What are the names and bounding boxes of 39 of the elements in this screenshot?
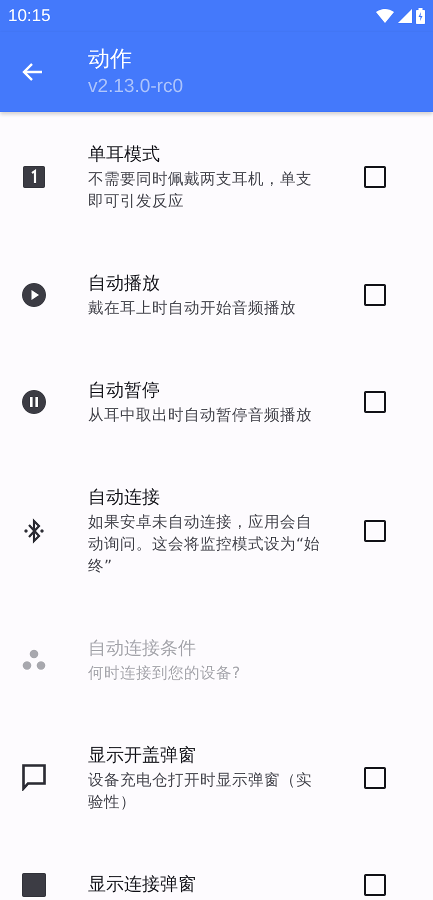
item-summary: 如果安卓未自动连接，应用会自动询问。这会将监控模式设为“始终”	[88, 512, 322, 577]
item-title: 单耳模式	[88, 143, 161, 167]
play-icon	[22, 282, 46, 306]
checkbox[interactable]	[364, 520, 386, 542]
item-title: 自动连接	[88, 486, 161, 510]
item-title: 自动连接条件	[88, 637, 197, 661]
number-one-icon	[23, 166, 45, 188]
three-dots-icon	[22, 648, 46, 670]
clock: 10:15	[8, 6, 51, 26]
pause-icon	[22, 390, 46, 414]
item-summary: 不需要同时佩戴两支耳机，单支即可引发反应	[88, 169, 313, 212]
item-title: 显示连接弹窗	[88, 873, 197, 897]
item-title: 自动暂停	[88, 379, 161, 403]
bluetooth-icon	[23, 518, 45, 544]
wifi-icon	[376, 9, 394, 23]
item-summary: 从耳中取出时自动暂停音频播放	[88, 405, 313, 426]
item-summary: 戴在耳上时自动开始音频播放	[88, 298, 297, 319]
item-title: 显示开盖弹窗	[88, 744, 197, 768]
square-icon	[22, 872, 46, 896]
item-summary: 何时连接到您的设备?	[88, 663, 242, 684]
checkbox[interactable]	[364, 284, 386, 306]
settings-item[interactable]: 自动播放 戴在耳上时自动开始音频播放	[0, 241, 433, 348]
item-summary: 设备充电仓打开时显示弹窗（实验性）	[88, 770, 313, 813]
checkbox[interactable]	[364, 166, 386, 188]
version-label: v2.13.0-rc0	[88, 75, 184, 99]
settings-item[interactable]: 自动暂停 从耳中取出时自动暂停音频播放	[0, 348, 433, 455]
settings-item[interactable]: 显示连接弹窗	[0, 842, 433, 900]
settings-item[interactable]: 显示开盖弹窗 设备充电仓打开时显示弹窗（实验性）	[0, 713, 433, 842]
checkbox[interactable]	[364, 766, 386, 788]
settings-item[interactable]: 单耳模式 不需要同时佩戴两支耳机，单支即可引发反应	[0, 112, 433, 241]
screen-title: 动作	[88, 46, 133, 74]
signal-icon	[398, 9, 412, 23]
message-icon	[22, 764, 46, 791]
back-icon	[22, 61, 44, 83]
checkbox[interactable]	[364, 874, 386, 896]
checkbox[interactable]	[364, 390, 386, 412]
item-title: 自动播放	[88, 272, 161, 296]
settings-item[interactable]: 自动连接 如果安卓未自动连接，应用会自动询问。这会将监控模式设为“始终”	[0, 455, 433, 606]
battery-icon	[416, 8, 425, 24]
